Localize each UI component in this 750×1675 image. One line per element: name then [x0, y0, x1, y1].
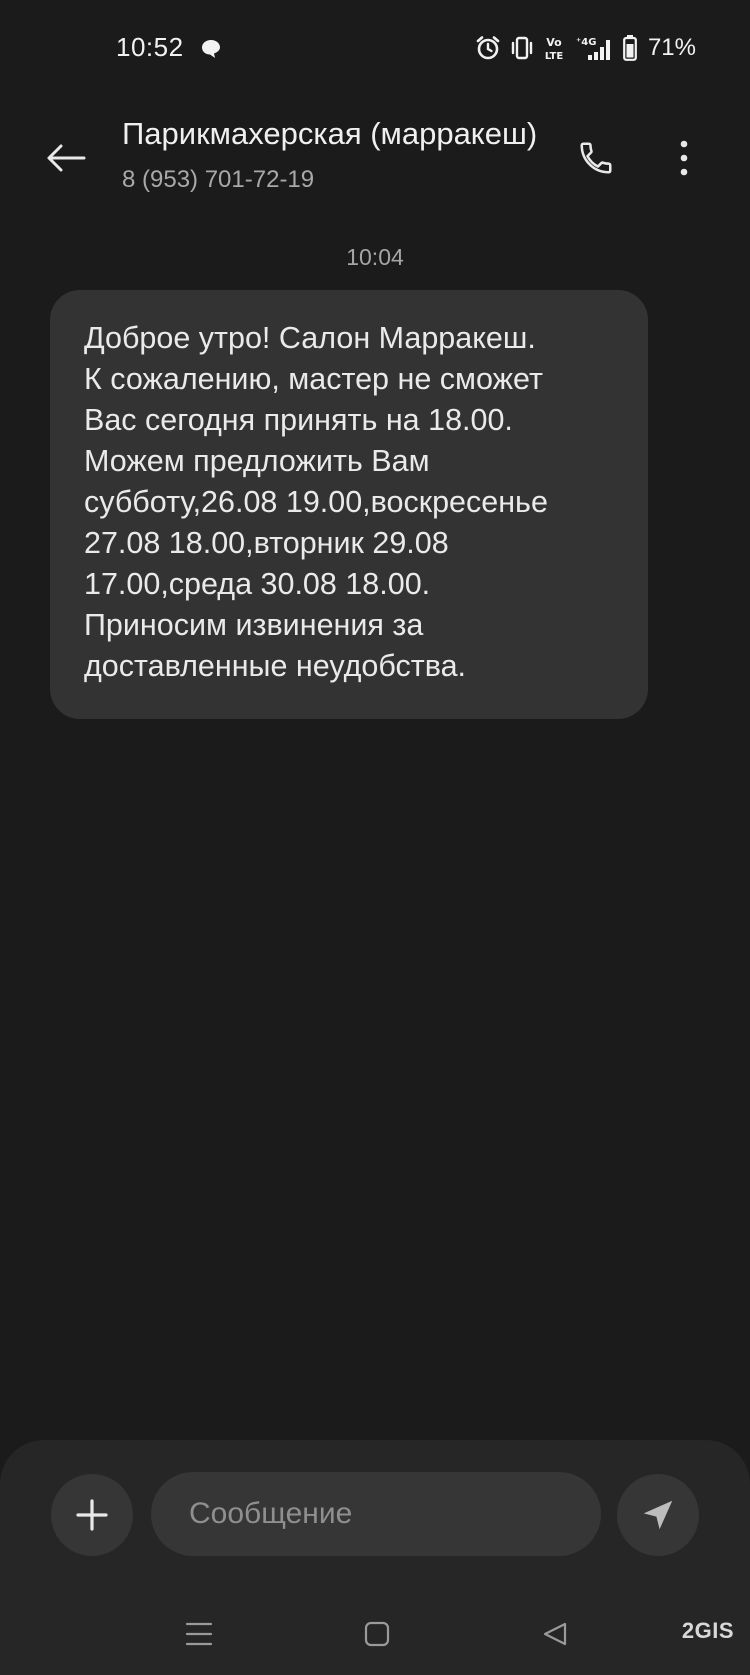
message-text: Доброе утро! Салон Марракеш. К сожалению…: [84, 321, 548, 683]
call-button[interactable]: [570, 132, 622, 184]
svg-text:⁺4G: ⁺4G: [576, 37, 596, 48]
contact-name[interactable]: Парикмахерская (марракеш): [122, 116, 562, 152]
message-timestamp: 10:04: [346, 244, 404, 270]
status-bar: 10:52 Vo LTE ⁺4G 71%: [0, 0, 750, 96]
more-options-button[interactable]: [660, 132, 708, 184]
more-vertical-icon: [680, 140, 688, 176]
plus-icon: [76, 1499, 108, 1531]
contact-number: 8 (953) 701-72-19: [122, 166, 315, 193]
battery-icon: [623, 35, 637, 61]
status-icons: Vo LTE ⁺4G 71%: [475, 33, 696, 63]
send-icon: [643, 1500, 673, 1530]
2gis-watermark: 2GIS: [681, 1618, 734, 1643]
svg-text:LTE: LTE: [545, 51, 564, 62]
vibrate-icon: [511, 36, 533, 60]
signal-4g-icon: ⁺4G: [576, 37, 610, 60]
send-button[interactable]: [617, 1474, 699, 1556]
message-input[interactable]: [151, 1472, 601, 1556]
chat-notification-icon: [202, 40, 220, 58]
system-back-button[interactable]: [530, 1614, 580, 1654]
arrow-left-icon: [47, 144, 86, 172]
battery-percent: 71%: [647, 34, 696, 61]
incoming-message-bubble[interactable]: Доброе утро! Салон Марракеш. К сожалению…: [50, 290, 648, 719]
home-button[interactable]: [352, 1614, 402, 1654]
svg-text:Vo: Vo: [546, 36, 562, 49]
triangle-back-icon: [543, 1622, 567, 1646]
volte-icon: Vo LTE: [545, 36, 564, 62]
recent-apps-button[interactable]: [174, 1614, 224, 1654]
square-icon: [364, 1621, 390, 1647]
conversation-header: Парикмахерская (марракеш) 8 (953) 701-72…: [0, 110, 750, 210]
back-button[interactable]: [40, 132, 92, 184]
menu-lines-icon: [185, 1622, 213, 1646]
system-navigation-bar: [0, 1600, 750, 1675]
status-time: 10:52: [116, 32, 184, 62]
add-attachment-button[interactable]: [51, 1474, 133, 1556]
phone-icon: [580, 142, 612, 174]
alarm-icon: [476, 36, 500, 60]
